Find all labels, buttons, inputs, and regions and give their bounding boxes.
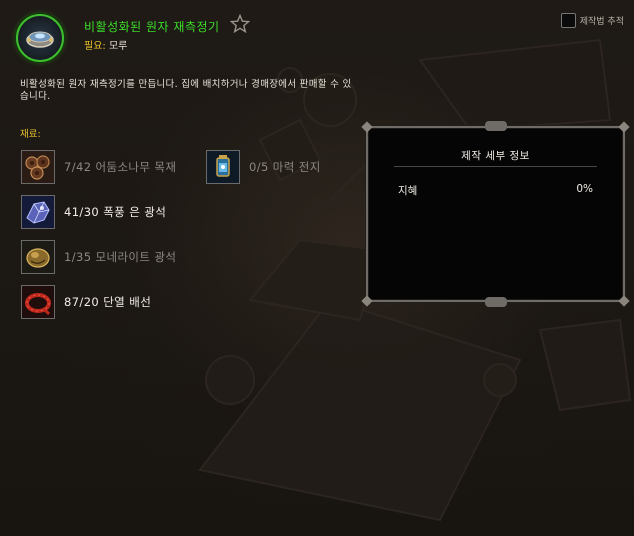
reagent-slot[interactable]: 0/5 마력 전지 (206, 149, 367, 185)
mana-battery-icon[interactable] (206, 150, 240, 184)
reagent-slot[interactable]: 7/42 어둠소나무 목재 (21, 149, 182, 185)
track-recipe-label: 제작법 추적 (579, 17, 624, 27)
track-recipe-checkbox[interactable] (560, 13, 576, 28)
materials-label: 재료: (20, 129, 41, 140)
panel-ornament-top (484, 121, 507, 131)
recipe-description: 비활성화된 원자 재측정기를 만듭니다. 집에 배치하거나 경매장에서 판매할 … (20, 79, 352, 102)
track-recipe-toggle[interactable]: 제작법 추적 (560, 13, 624, 28)
reagent-text: 0/5 마력 전지 (249, 159, 321, 174)
reagent-slot[interactable]: 1/35 모네라이트 광석 (21, 239, 182, 275)
reagent-text: 41/30 폭풍 은 광석 (64, 204, 167, 219)
requirements: 필요: 모루 (84, 37, 127, 52)
requires-value: 모루 (108, 41, 128, 52)
stat-value: 0% (576, 183, 593, 195)
stat-name: 지혜 (398, 185, 418, 197)
reagent-text: 87/20 단열 배선 (64, 294, 152, 309)
crafting-details-panel: 제작 세부 정보 지혜 0% (361, 121, 630, 307)
requires-label: 필요: (84, 41, 106, 52)
panel-ornament-bottom (484, 297, 507, 307)
panel-divider (394, 166, 597, 167)
reagent-text: 7/42 어둠소나무 목재 (64, 159, 177, 174)
shadowpine-lumber-icon[interactable] (21, 150, 55, 184)
monerite-ore-icon[interactable] (21, 240, 55, 274)
reagent-text: 1/35 모네라이트 광석 (64, 249, 177, 264)
recipe-title: 비활성화된 원자 재측정기 (84, 20, 220, 34)
storm-silver-ore-icon[interactable] (21, 195, 55, 229)
reagent-slot[interactable]: 41/30 폭풍 은 광석 (21, 194, 182, 230)
atomic-recalibrator-icon[interactable] (16, 14, 64, 62)
insulated-wiring-icon[interactable] (21, 285, 55, 319)
crafting-details-title: 제작 세부 정보 (461, 150, 530, 162)
reagent-slot[interactable]: 87/20 단열 배선 (21, 284, 182, 320)
star-outline-icon[interactable] (229, 13, 251, 34)
